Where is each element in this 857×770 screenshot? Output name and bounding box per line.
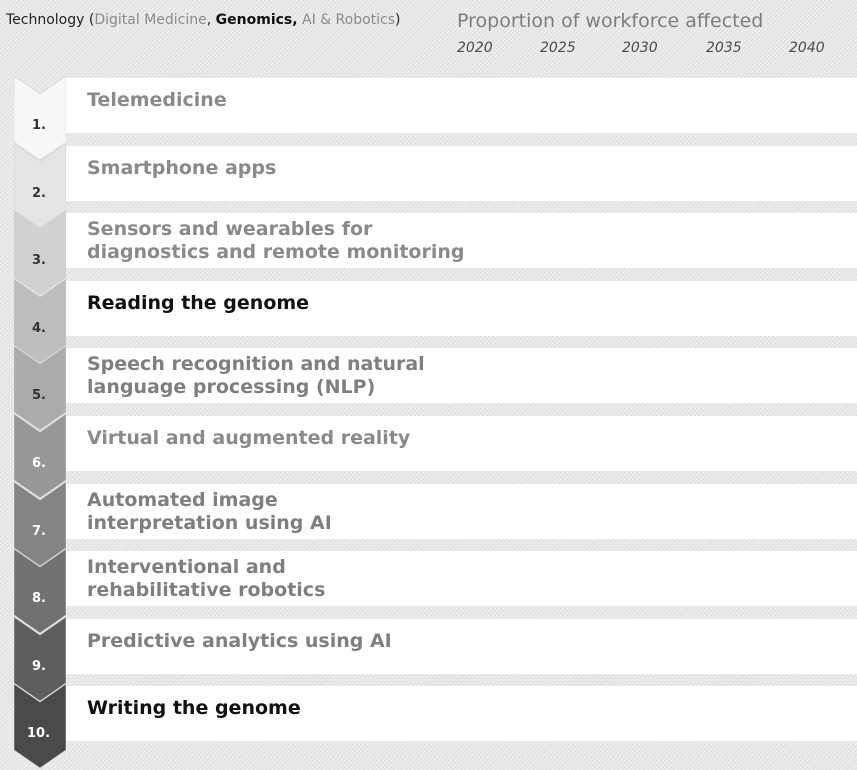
rank-number: 4. bbox=[32, 320, 46, 336]
rank-number: 9. bbox=[32, 658, 46, 674]
technology-label: Reading the genome bbox=[87, 291, 310, 314]
technology-label: Automated image interpretation using AI bbox=[87, 488, 332, 534]
rank-number: 1. bbox=[32, 118, 46, 133]
rank-number: 6. bbox=[32, 456, 46, 471]
technology-label: Sensors and wearables for diagnostics an… bbox=[87, 218, 465, 264]
rank-number: 5. bbox=[32, 388, 46, 404]
technology-label: Predictive analytics using AI bbox=[87, 629, 392, 652]
rank-number: 3. bbox=[32, 253, 46, 269]
technology-label: Writing the genome bbox=[87, 697, 301, 720]
technology-rows: 1. Telemedicine 2. Smartphone apps 3. Sensors… bbox=[0, 0, 857, 769]
rank-number: 2. bbox=[32, 185, 46, 201]
technology-label: Virtual and augmented reality bbox=[87, 427, 411, 449]
technology-label: Smartphone apps bbox=[87, 156, 277, 179]
technology-label: Telemedicine bbox=[87, 89, 227, 111]
technology-label: Interventional and rehabilitative roboti… bbox=[87, 556, 326, 602]
technology-label: Speech recognition and natural language … bbox=[87, 353, 425, 399]
rank-number: 8. bbox=[32, 591, 46, 607]
rank-number: 10. bbox=[27, 726, 51, 742]
rank-number: 7. bbox=[32, 523, 46, 539]
